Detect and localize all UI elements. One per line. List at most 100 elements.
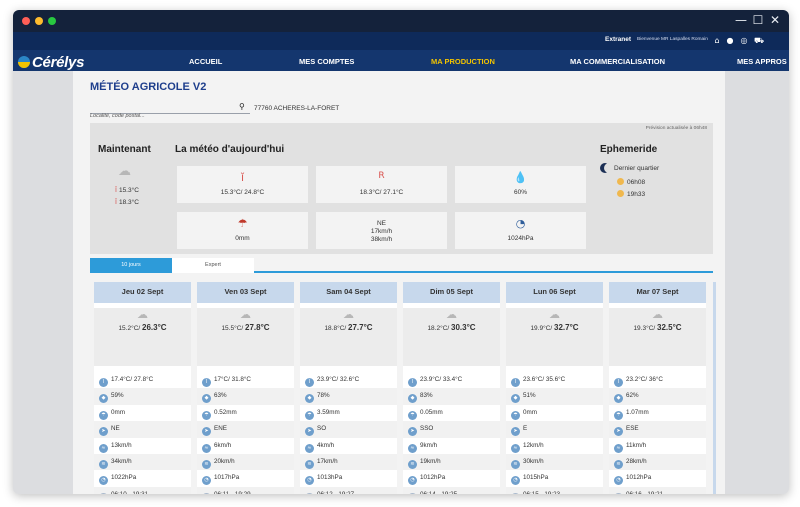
cloud-sun-icon: ☁	[137, 308, 148, 321]
home-icon[interactable]: ⌂	[712, 35, 722, 46]
day-row-wind: ≈11km/h	[609, 438, 706, 454]
tab-10-jours[interactable]: 10 jours	[90, 258, 172, 273]
felt-temperature-icon: ǐ	[99, 378, 108, 387]
wind-direction-icon: ➤	[305, 427, 314, 437]
day-value-rain: 0.52mm	[214, 408, 237, 416]
search-input[interactable]	[90, 111, 230, 121]
maximize-dot[interactable]	[48, 17, 56, 25]
settings-icon[interactable]: ◎	[739, 35, 749, 46]
day-row-wind-dir: ➤ SSO	[403, 421, 500, 438]
day-summary: ☁ 18.8°C/ 27.7°C	[300, 308, 397, 366]
sunrise-sunset-icon: ☀	[614, 492, 623, 494]
day-value-wind-dir: NE	[111, 425, 120, 433]
nav-mes-appros[interactable]: MES APPROS	[737, 57, 787, 66]
day-temp-max: 32.5°C	[657, 323, 682, 332]
day-value-felt: 17°C/ 31.8°C	[214, 376, 251, 383]
humidity-drop-icon: ◆	[99, 394, 108, 404]
pressure-gauge-icon: ◔	[511, 476, 520, 486]
pressure-gauge-icon: ◔	[305, 476, 314, 486]
day-detail-rows: ǐ 23.2°C/ 36°C ◆ 62% ☂ 1.07mm ➤ ESE ≈11km/h ≋ 28km…	[609, 372, 706, 494]
today-card-felt: R 18.3°C/ 27.1°C	[316, 166, 447, 203]
cart-icon[interactable]: ⛟	[754, 35, 764, 46]
day-summary: ☁ 19.9°C/ 32.7°C	[506, 308, 603, 366]
forecast-updated-text: Prévision actualisée à 06h48	[645, 126, 707, 131]
day-row-wind-dir: ➤ NE	[94, 421, 191, 438]
day-row-humidity: ◆ 59%	[94, 388, 191, 405]
day-value-felt: 23.9°C/ 33.4°C	[420, 376, 463, 383]
day-temp-max: 27.7°C	[348, 323, 373, 332]
cerelys-logo[interactable]: Cérélys	[18, 54, 84, 71]
day-row-wind: ≈9km/h	[403, 438, 500, 454]
sunrise-sunset-icon: ☀	[99, 492, 108, 494]
day-temp-max: 32.7°C	[554, 323, 579, 332]
top-utility-bar: Extranet Bienvenue MR Laspalles Romain ⌂…	[13, 32, 789, 50]
day-column: Ven 03 Sept ☁ 15.5°C/ 27.8°C ǐ 17°C/ 31.8°C ◆…	[197, 282, 294, 494]
day-value-gust: 28km/h	[626, 457, 647, 465]
day-row-humidity: ◆ 51%	[506, 388, 603, 405]
day-summary: ☁ 15.5°C/ 27.8°C	[197, 308, 294, 366]
day-value-pressure: 1017hPa	[214, 474, 240, 482]
nav-mes-comptes[interactable]: MES COMPTES	[299, 57, 354, 66]
day-row-felt: ǐ 17.4°C/ 27.8°C	[94, 372, 191, 388]
forecast-tabs: 10 jours Expert	[90, 258, 713, 273]
day-value-gust: 20km/h	[214, 457, 235, 465]
close-dot[interactable]	[22, 17, 30, 25]
window-titlebar: — ☐ ✕	[13, 10, 789, 32]
today-card-temperature: ǐ 15.3°C/ 24.8°C	[177, 166, 308, 203]
close-icon[interactable]: ✕	[768, 13, 782, 27]
day-column: Mar 07 Sept ☁ 19.3°C/ 32.5°C ǐ 23.2°C/ 36°C ◆…	[609, 282, 706, 494]
day-column: Dim 05 Sept ☁ 18.2°C/ 30.3°C ǐ 23.9°C/ 33.4°…	[403, 282, 500, 494]
sunrise: 06h08	[617, 178, 645, 186]
day-row-gust: ≋ 28km/h	[609, 453, 706, 471]
day-temp-max: 27.8°C	[245, 323, 270, 332]
umbrella-icon: ☂	[237, 217, 248, 230]
humidity-drop-icon: ◆	[614, 394, 623, 404]
day-row-humidity: ◆ 63%	[197, 388, 294, 405]
moon-phase-icon	[600, 163, 614, 173]
day-value-sun: 06:16 - 19:21	[626, 491, 663, 494]
umbrella-icon: ☂	[511, 410, 520, 420]
day-row-gust: ≋ 30km/h	[506, 453, 603, 471]
umbrella-icon: ☂	[202, 410, 211, 420]
day-value-humidity: 51%	[523, 392, 536, 400]
right-gutter	[725, 71, 789, 494]
day-value-pressure: 1022hPa	[111, 474, 137, 482]
nav-ma-commercialisation[interactable]: MA COMMERCIALISATION	[570, 57, 665, 66]
day-row-gust: ≋ 19km/h	[403, 453, 500, 471]
day-value-wind-dir: E	[523, 425, 528, 433]
day-row-felt: ǐ 23.9°C/ 32.6°C	[300, 372, 397, 388]
search-icon[interactable]: ⚲	[239, 102, 245, 111]
day-row-wind-dir: ➤ E	[506, 421, 603, 438]
sunset: 19h33	[617, 190, 645, 198]
now-title: Maintenant	[98, 144, 151, 155]
day-value-pressure: 1012hPa	[626, 474, 652, 482]
nav-accueil[interactable]: ACCUEIL	[189, 57, 222, 66]
now-temp-max: ǐ 18.3°C	[115, 198, 139, 206]
current-weather-panel: Prévision actualisée à 06h48 Maintenant …	[90, 123, 713, 254]
now-temp-min: ǐ 15.3°C	[115, 186, 139, 194]
minimize-icon[interactable]: —	[734, 13, 748, 27]
wind-gust-icon: ≋	[614, 459, 623, 469]
today-card-wind: NE 17km/h 38km/h	[316, 212, 447, 249]
today-pressure-value: 1024hPa	[507, 235, 534, 242]
wind-gust-icon: ≋	[408, 459, 417, 469]
user-icon[interactable]: ●	[725, 35, 735, 46]
sunset-icon	[617, 190, 624, 197]
nav-ma-production[interactable]: MA PRODUCTION	[431, 57, 495, 66]
tab-expert[interactable]: Expert	[172, 258, 254, 273]
wind-gust-icon: ≋	[202, 459, 211, 469]
day-value-pressure: 1012hPa	[420, 474, 446, 482]
minimize-dot[interactable]	[35, 17, 43, 25]
day-value-humidity: 83%	[420, 392, 433, 400]
wind-icon: ≈	[408, 443, 417, 453]
humidity-drop-icon: ◆	[202, 394, 211, 404]
day-value-sun: 06:12 - 19:27	[317, 491, 354, 494]
next-day-peek	[713, 282, 716, 494]
day-name: Dim 05 Sept	[403, 282, 500, 303]
today-humidity-value: 60%	[513, 189, 527, 196]
felt-temperature-icon: ǐ	[614, 378, 623, 387]
day-row-wind-dir: ➤ SO	[300, 421, 397, 438]
maximize-icon[interactable]: ☐	[751, 13, 765, 27]
today-card-rain: ☂ 0mm	[177, 212, 308, 249]
day-row-pressure: ◔ 1017hPa	[197, 470, 294, 486]
